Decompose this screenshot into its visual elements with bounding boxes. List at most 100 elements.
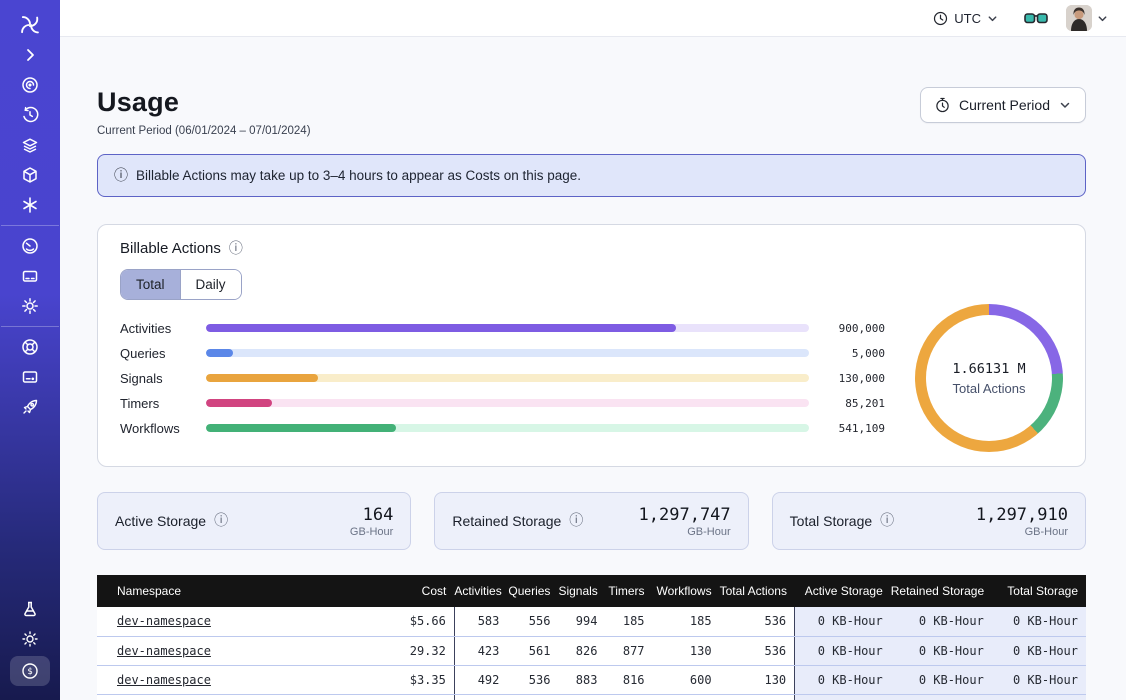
table-header-row: NamespaceCostActivitiesQueriesSignalsTim… — [97, 575, 1086, 607]
billable-actions-card: Billable Actions ⓘ Total Daily Activitie… — [97, 224, 1086, 467]
cube-icon[interactable] — [13, 162, 47, 188]
avatar[interactable] — [1066, 5, 1092, 31]
page-subtitle: Current Period (06/01/2024 – 07/01/2024) — [97, 125, 311, 137]
active-storage-unit: GB-Hour — [350, 526, 393, 538]
bar-track — [206, 399, 809, 407]
bar-fill — [206, 374, 318, 382]
value-cell: 583 — [454, 607, 507, 636]
namespace-cell: dev-namespace — [97, 636, 352, 665]
value-cell: 29.32 — [352, 636, 454, 665]
table-row-partial — [97, 694, 1086, 700]
retained-storage-unit: GB-Hour — [639, 526, 731, 538]
clock-icon — [933, 11, 948, 26]
column-header: Queries — [507, 575, 558, 607]
chevron-right-icon[interactable] — [13, 42, 47, 68]
asterisk-icon[interactable] — [13, 192, 47, 218]
bar-value-label: 85,201 — [823, 397, 885, 410]
namespace-link[interactable]: dev-namespace — [117, 644, 211, 658]
retained-storage-value: 1,297,747 — [639, 505, 731, 525]
history-clock-icon[interactable] — [13, 102, 47, 128]
namespace-usage-table: NamespaceCostActivitiesQueriesSignalsTim… — [97, 575, 1086, 700]
value-cell: 600 — [653, 665, 720, 694]
namespace-link[interactable]: dev-namespace — [117, 673, 211, 687]
total-actions-value: 1.66131 M — [952, 361, 1025, 377]
bar-fill — [206, 324, 676, 332]
chevron-down-icon — [987, 13, 998, 24]
glasses-icon[interactable] — [1022, 9, 1050, 28]
total-actions-donut-chart: 1.66131 M Total Actions — [915, 304, 1063, 452]
value-cell: 0 KB-Hour — [891, 636, 992, 665]
namespace-cell: dev-namespace — [97, 665, 352, 694]
value-cell: 883 — [558, 665, 605, 694]
value-cell: 561 — [507, 636, 558, 665]
bar-row: Signals 130,000 — [120, 371, 885, 386]
total-storage-unit: GB-Hour — [976, 526, 1068, 538]
dollar-coin-icon[interactable]: $ — [10, 656, 50, 686]
value-cell: 0 KB-Hour — [992, 607, 1086, 636]
layers-icon[interactable] — [13, 132, 47, 158]
tab-total[interactable]: Total — [121, 270, 180, 299]
total-storage-value: 1,297,910 — [976, 505, 1068, 525]
gear-icon[interactable] — [13, 293, 47, 319]
timezone-dropdown[interactable]: UTC — [927, 7, 1004, 30]
sun-icon[interactable] — [13, 626, 47, 652]
rocket-icon[interactable] — [13, 394, 47, 420]
value-cell: 0 KB-Hour — [992, 665, 1086, 694]
value-cell: 0 KB-Hour — [795, 636, 891, 665]
bar-fill — [206, 424, 396, 432]
period-selector-button[interactable]: Current Period — [920, 87, 1086, 123]
storage-summary-row: Active Storage ⓘ 164 GB-Hour Retained St… — [97, 492, 1086, 550]
chevron-down-icon — [1059, 99, 1071, 111]
bar-row: Workflows 541,109 — [120, 421, 885, 436]
bar-value-label: 900,000 — [823, 322, 885, 335]
bar-category-label: Timers — [120, 396, 200, 411]
donut-ring: 1.66131 M Total Actions — [915, 304, 1063, 452]
tab-daily[interactable]: Daily — [180, 270, 241, 299]
info-icon[interactable]: ⓘ — [569, 514, 583, 528]
value-cell: 536 — [720, 636, 795, 665]
value-cell: 0 KB-Hour — [992, 636, 1086, 665]
bar-row: Timers 85,201 — [120, 396, 885, 411]
value-cell: 185 — [605, 607, 652, 636]
bar-category-label: Signals — [120, 371, 200, 386]
value-cell: 423 — [454, 636, 507, 665]
swirl-icon[interactable] — [13, 72, 47, 98]
flask-icon[interactable] — [13, 596, 47, 622]
billable-actions-title: Billable Actions — [120, 240, 221, 257]
donut-center: 1.66131 M Total Actions — [926, 315, 1052, 441]
info-banner: ⓘ Billable Actions may take up to 3–4 ho… — [97, 154, 1086, 197]
bar-fill — [206, 399, 272, 407]
sidebar: $ — [0, 0, 60, 700]
user-menu[interactable] — [1066, 5, 1108, 31]
column-header: Activities — [454, 575, 507, 607]
retained-storage-label: Retained Storage — [452, 513, 561, 529]
value-cell: 816 — [605, 665, 652, 694]
active-storage-label: Active Storage — [115, 513, 206, 529]
column-header: Total Storage — [992, 575, 1086, 607]
gauge-icon[interactable] — [13, 233, 47, 259]
column-header: Timers — [605, 575, 652, 607]
temporal-logo-icon[interactable] — [13, 12, 47, 38]
value-cell: 536 — [507, 665, 558, 694]
bar-value-label: 541,109 — [823, 422, 885, 435]
value-cell: 0 KB-Hour — [891, 607, 992, 636]
info-icon[interactable]: ⓘ — [214, 514, 228, 528]
value-cell: 877 — [605, 636, 652, 665]
active-storage-value: 164 — [350, 505, 393, 525]
bar-track — [206, 424, 809, 432]
value-cell: 0 KB-Hour — [891, 665, 992, 694]
card-icon[interactable] — [13, 263, 47, 289]
total-daily-toggle: Total Daily — [120, 269, 242, 300]
value-cell: 826 — [558, 636, 605, 665]
life-ring-icon[interactable] — [13, 334, 47, 360]
info-icon[interactable]: ⓘ — [880, 514, 894, 528]
namespace-link[interactable]: dev-namespace — [117, 614, 211, 628]
value-cell: 492 — [454, 665, 507, 694]
monitor-icon[interactable] — [13, 364, 47, 390]
period-selector-label: Current Period — [959, 97, 1050, 113]
info-icon[interactable]: ⓘ — [229, 242, 243, 256]
bar-fill — [206, 349, 233, 357]
bar-row: Activities 900,000 — [120, 321, 885, 336]
active-storage-card: Active Storage ⓘ 164 GB-Hour — [97, 492, 411, 550]
value-cell: 556 — [507, 607, 558, 636]
